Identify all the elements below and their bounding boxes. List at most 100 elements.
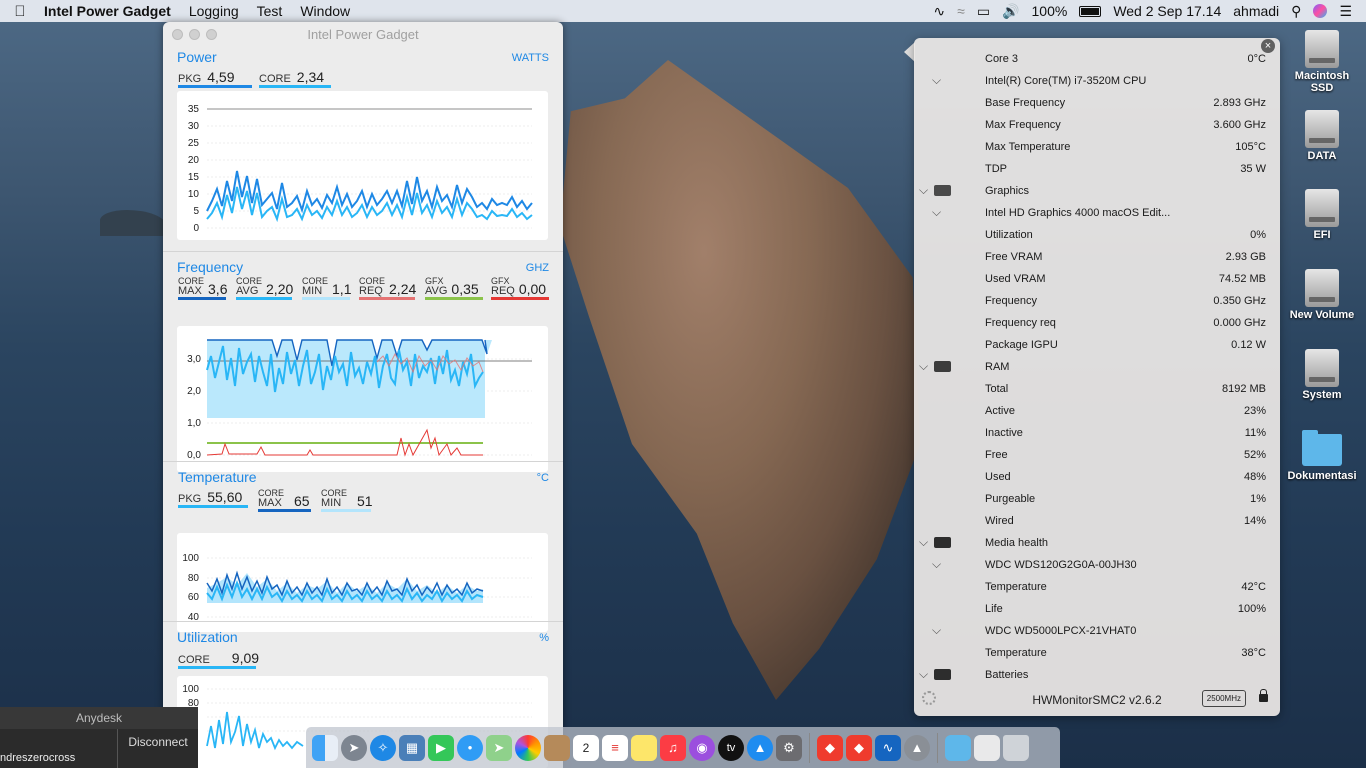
sensor-device-row[interactable]: ⌵ Intel HD Graphics 4000 macOS Edit... xyxy=(914,202,1280,224)
tv-icon[interactable]: tv xyxy=(718,734,744,761)
clock[interactable]: Wed 2 Sep 17.14 xyxy=(1113,3,1221,19)
contacts-icon[interactable] xyxy=(544,734,570,761)
safari-icon[interactable]: ✧ xyxy=(370,734,396,761)
sensor-row: Total 8192 MB xyxy=(914,378,1280,400)
close-window-button[interactable] xyxy=(172,29,183,40)
spotlight-search-icon[interactable]: ⚲ xyxy=(1291,3,1301,20)
sensor-value: 11% xyxy=(1244,427,1266,439)
trash-icon[interactable] xyxy=(1003,734,1029,761)
desktop-icon-new-volume[interactable]: New Volume xyxy=(1282,269,1362,321)
sensor-name: Media health xyxy=(985,537,1048,549)
sensor-row: Package IGPU 0.12 W xyxy=(914,334,1280,356)
user-name[interactable]: ahmadi xyxy=(1233,3,1279,19)
chevron-down-icon[interactable]: ⌵ xyxy=(919,359,928,374)
power-gadget-icon[interactable]: ∿ xyxy=(875,734,901,761)
notes-icon[interactable] xyxy=(631,734,657,761)
chevron-down-icon[interactable]: ⌵ xyxy=(932,73,941,88)
reminders-icon[interactable]: ≡ xyxy=(602,734,628,761)
chevron-down-icon[interactable]: ⌵ xyxy=(932,623,941,638)
menu-test[interactable]: Test xyxy=(248,3,292,19)
notification-center-icon[interactable]: ☰ xyxy=(1339,3,1352,20)
calendar-icon[interactable]: 2 xyxy=(573,734,599,761)
anydesk-icon[interactable]: ◆ xyxy=(817,734,843,761)
desktop-icon-macintosh-ssd[interactable]: Macintosh SSD xyxy=(1282,30,1362,94)
sensor-name: Batteries xyxy=(985,669,1029,681)
activity-monitor-icon[interactable]: ∿ xyxy=(933,3,945,20)
calendar-day: 2 xyxy=(582,740,590,755)
temperature-ytick: 100 xyxy=(182,553,199,564)
sensor-group-row[interactable]: ⌵ RAM xyxy=(914,356,1280,378)
menu-bar:  Intel Power Gadget Logging Test Window… xyxy=(0,0,1366,22)
sensor-name: Used xyxy=(985,471,1011,483)
documents-stack-icon[interactable] xyxy=(974,734,1000,761)
desktop-icon-dokumentasi[interactable]: Dokumentasi xyxy=(1282,430,1362,482)
power-core-label: CORE xyxy=(259,73,291,85)
battery-percent[interactable]: 100% xyxy=(1032,3,1068,19)
finder-icon[interactable] xyxy=(312,734,338,761)
wifi-icon[interactable]: ≈ xyxy=(957,3,965,19)
sensor-group-row[interactable]: ⌵ Graphics xyxy=(914,180,1280,202)
photos-icon[interactable] xyxy=(515,734,541,761)
sensor-name: TDP xyxy=(985,163,1007,175)
minimize-window-button[interactable] xyxy=(189,29,200,40)
volume-icon[interactable]: 🔊 xyxy=(1002,3,1019,20)
facetime-icon[interactable]: ▶ xyxy=(428,734,454,761)
menu-app-name[interactable]: Intel Power Gadget xyxy=(40,3,180,19)
sensor-device-row[interactable]: ⌵ WDC WDS120G2G0A-00JH30 xyxy=(914,554,1280,576)
chevron-down-icon[interactable]: ⌵ xyxy=(919,667,928,682)
anydesk-title[interactable]: Anydesk xyxy=(0,707,198,729)
disconnect-button[interactable]: Disconnect xyxy=(117,729,198,768)
sensor-value: 74.52 MB xyxy=(1218,273,1266,285)
chevron-down-icon[interactable]: ⌵ xyxy=(932,557,941,572)
sensor-row: Wired 14% xyxy=(914,510,1280,532)
menu-window[interactable]: Window xyxy=(291,3,359,19)
sensor-device-row[interactable]: ⌵ WDC WD5000LPCX-21VHAT0 xyxy=(914,620,1280,642)
siri-icon[interactable] xyxy=(1313,4,1328,18)
desktop-icon-system[interactable]: System xyxy=(1282,349,1362,401)
temp-core-min-value: 51 xyxy=(357,493,373,509)
desktop-icon-data[interactable]: DATA xyxy=(1282,110,1362,162)
chevron-down-icon[interactable]: ⌵ xyxy=(919,183,928,198)
cpu-frequency-badge[interactable]: 2500MHz xyxy=(1201,690,1246,707)
sensor-name: Package IGPU xyxy=(985,339,1058,351)
temp-core-min-metric: CORE MIN 51 xyxy=(321,489,373,512)
desktop-icon-efi[interactable]: EFI xyxy=(1282,189,1362,241)
music-icon[interactable]: ♫ xyxy=(660,734,686,761)
messages-icon[interactable]: • xyxy=(457,734,483,761)
sensor-name: Max Temperature xyxy=(985,141,1071,153)
window-title: Intel Power Gadget xyxy=(307,26,419,42)
sensor-name: RAM xyxy=(985,361,1010,373)
frequency-section: Frequency GHZ CORE MAX 3,6 CORE AVG 2,20 COR… xyxy=(163,252,563,472)
battery-icon[interactable] xyxy=(1079,5,1102,17)
podcasts-icon[interactable]: ◉ xyxy=(689,734,715,761)
util-core-metric: CORE 9,09 xyxy=(178,650,260,669)
app-store-icon[interactable]: ▲ xyxy=(747,734,773,761)
downloads-folder-icon[interactable] xyxy=(945,734,971,761)
sensor-value: 3.600 GHz xyxy=(1213,119,1266,131)
hard-drive-icon xyxy=(1305,349,1339,387)
anydesk-alt-icon[interactable]: ◆ xyxy=(846,734,872,761)
preview-icon[interactable]: ▦ xyxy=(399,734,425,761)
sensor-name: Utilization xyxy=(985,229,1033,241)
launchpad-icon[interactable]: ➤ xyxy=(341,734,367,761)
sensor-value: 2.93 GB xyxy=(1225,251,1266,263)
sensor-device-row[interactable]: ⌵ Intel(R) Core(TM) i7-3520M CPU xyxy=(914,70,1280,92)
sensor-row: Frequency req 0.000 GHz xyxy=(914,312,1280,334)
window-titlebar[interactable]: Intel Power Gadget xyxy=(163,22,563,46)
chevron-down-icon[interactable]: ⌵ xyxy=(919,535,928,550)
airplay-icon[interactable]: ▭ xyxy=(977,3,990,20)
sensor-group-row[interactable]: ⌵ Batteries xyxy=(914,664,1280,686)
sensor-group-row[interactable]: ⌵ Media health xyxy=(914,532,1280,554)
power-pkg-label: PKG xyxy=(178,73,202,85)
chevron-down-icon[interactable]: ⌵ xyxy=(932,205,941,220)
menu-logging[interactable]: Logging xyxy=(180,3,248,19)
apple-menu-icon[interactable]:  xyxy=(0,3,40,20)
system-preferences-icon[interactable]: ⚙ xyxy=(776,734,802,761)
sensor-value: 0% xyxy=(1250,229,1266,241)
hard-drive-icon xyxy=(1305,269,1339,307)
zoom-window-button[interactable] xyxy=(206,29,217,40)
hwmonitor-icon[interactable]: ▲ xyxy=(904,734,930,761)
maps-icon[interactable]: ➤ xyxy=(486,734,512,761)
lock-icon[interactable] xyxy=(1259,689,1268,702)
util-core-value: 9,09 xyxy=(231,650,260,666)
